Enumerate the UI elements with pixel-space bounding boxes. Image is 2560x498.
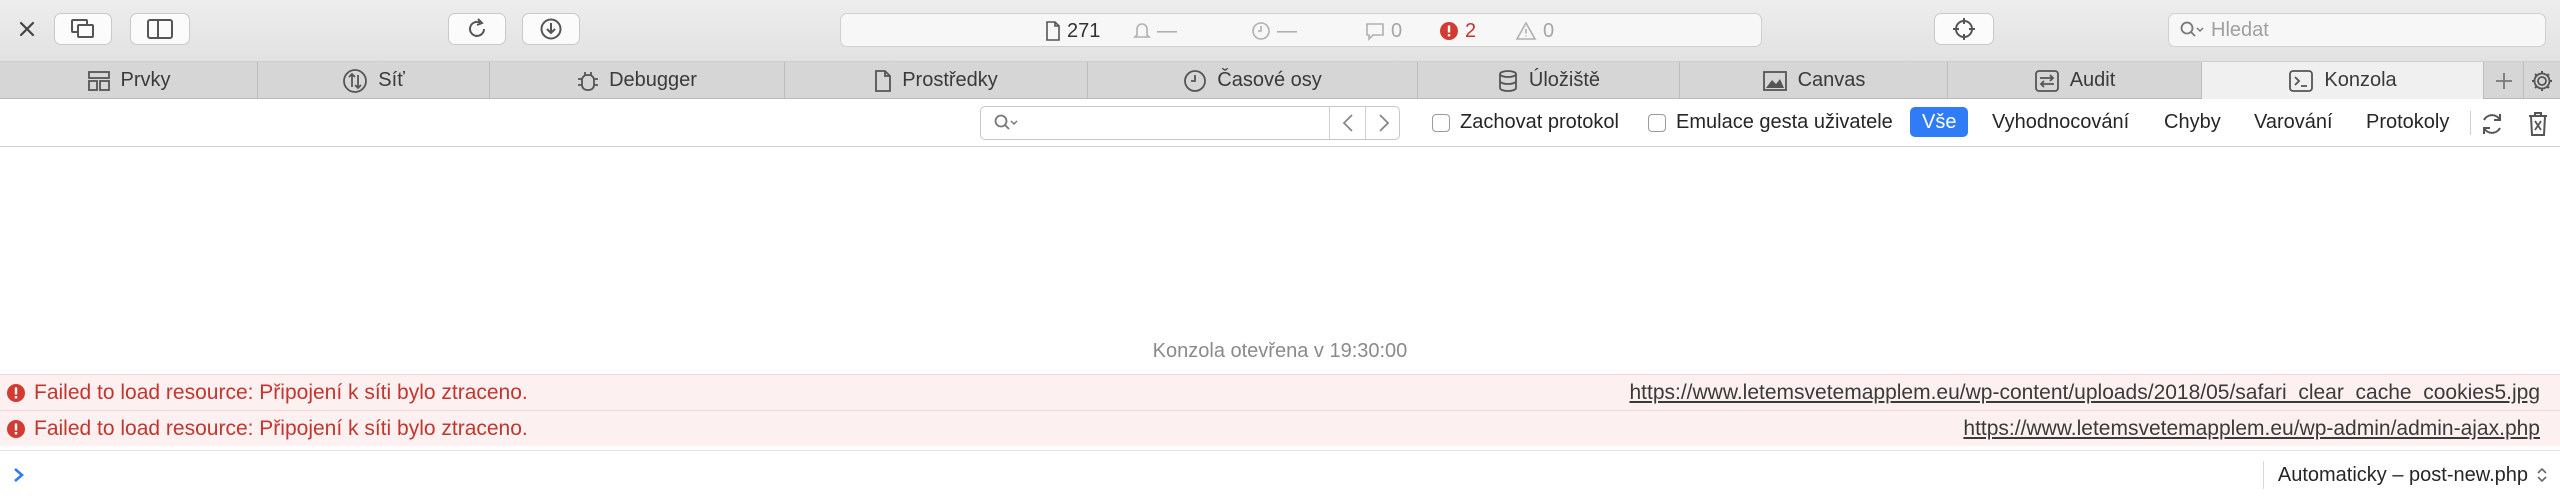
load-time[interactable]: — xyxy=(1251,14,1297,48)
detach-window-icon xyxy=(71,19,94,38)
console-prompt[interactable]: Automaticky – post-new.php xyxy=(0,450,2560,498)
tab-bar: Prvky Síť Debugger Prostředky Časové osy… xyxy=(0,62,2560,99)
web-inspector-toolbar: 271 — — 0 2 0 Hledat xyxy=(0,0,2560,62)
document-icon xyxy=(1046,21,1060,41)
preserve-log-checkbox[interactable]: Zachovat protokol xyxy=(1432,111,1619,134)
detach-window-button[interactable] xyxy=(54,13,112,45)
warning-icon xyxy=(1515,21,1537,40)
next-match-button[interactable] xyxy=(1365,107,1401,139)
inspect-element-button[interactable] xyxy=(1934,13,1994,45)
tab-storage[interactable]: Úložiště xyxy=(1418,62,1680,99)
error-count[interactable]: 2 xyxy=(1439,14,1476,48)
console-opened-message: Konzola otevřena v 19:30:00 xyxy=(1152,340,1408,362)
tab-timelines[interactable]: Časové osy xyxy=(1088,62,1418,99)
console-message-url[interactable]: https://www.letemsvetemapplem.eu/wp-cont… xyxy=(1629,381,2540,405)
tab-console[interactable]: Konzola xyxy=(2202,62,2484,99)
audit-icon xyxy=(2034,69,2059,92)
tab-canvas[interactable]: Canvas xyxy=(1680,62,1948,99)
console-message-text: Failed to load resource: Připojení k sít… xyxy=(34,380,528,404)
chevron-left-icon xyxy=(1342,114,1353,132)
tab-resources[interactable]: Prostředky xyxy=(785,62,1088,99)
storage-icon xyxy=(1499,69,1517,92)
timelines-icon xyxy=(1184,69,1207,92)
error-icon xyxy=(7,420,25,438)
checkbox-box[interactable] xyxy=(1648,113,1666,132)
elements-icon xyxy=(87,70,110,91)
canvas-icon xyxy=(1762,70,1787,91)
notification-count[interactable]: — xyxy=(1133,14,1177,48)
refresh-icon xyxy=(2483,114,2501,134)
bell-icon xyxy=(1133,23,1151,38)
divider xyxy=(2470,111,2471,135)
filter-evaluations-button[interactable]: Vyhodnocování xyxy=(1980,107,2141,137)
reload-console-button[interactable] xyxy=(2478,110,2506,143)
prompt-chevron-icon xyxy=(14,468,24,482)
speech-bubble-icon xyxy=(1366,23,1384,41)
dock-side-button[interactable] xyxy=(130,13,190,45)
clear-console-button[interactable] xyxy=(2526,110,2550,143)
download-icon xyxy=(540,18,562,40)
filter-all-button[interactable]: Vše xyxy=(1910,107,1969,137)
plus-icon xyxy=(2495,72,2512,89)
previous-match-button[interactable] xyxy=(1329,107,1365,139)
log-count[interactable]: 0 xyxy=(1365,14,1402,48)
console-filter-bar: Zachovat protokol Emulace gesta uživatel… xyxy=(0,99,2560,147)
resources-icon xyxy=(875,69,892,92)
new-tab-button[interactable] xyxy=(2484,62,2524,99)
chevron-right-icon xyxy=(1378,114,1389,132)
filter-search-icon xyxy=(994,114,1018,130)
filter-warnings-button[interactable]: Varování xyxy=(2242,107,2345,137)
filter-logs-button[interactable]: Protokoly xyxy=(2354,107,2461,137)
download-button[interactable] xyxy=(522,13,580,45)
console-message[interactable]: Failed to load resource: Připojení k sít… xyxy=(0,410,2560,446)
resource-count[interactable]: 271 xyxy=(1045,14,1100,48)
settings-button[interactable] xyxy=(2524,62,2560,99)
console-message-text: Failed to load resource: Připojení k sít… xyxy=(34,416,528,440)
console-icon xyxy=(2289,69,2314,92)
console-output: Konzola otevřena v 19:30:00 Failed to lo… xyxy=(0,148,2560,450)
close-icon[interactable] xyxy=(14,16,40,42)
console-message[interactable]: Failed to load resource: Připojení k sít… xyxy=(0,374,2560,410)
trash-icon xyxy=(2529,112,2547,136)
error-icon xyxy=(1440,22,1458,40)
warning-count[interactable]: 0 xyxy=(1515,14,1554,48)
reload-button[interactable] xyxy=(448,13,506,45)
inspect-icon xyxy=(1953,18,1975,40)
clock-icon xyxy=(1252,22,1270,40)
filter-errors-button[interactable]: Chyby xyxy=(2152,107,2233,137)
console-filter-input[interactable] xyxy=(980,106,1400,140)
console-message-url[interactable]: https://www.letemsvetemapplem.eu/wp-admi… xyxy=(1963,417,2540,441)
search-placeholder: Hledat xyxy=(2211,18,2269,41)
dock-side-icon xyxy=(147,19,173,39)
resource-status-bar: 271 — — 0 2 0 xyxy=(840,13,1762,47)
emulate-gesture-checkbox[interactable]: Emulace gesta uživatele xyxy=(1648,111,1893,134)
tab-network[interactable]: Síť xyxy=(258,62,490,99)
checkbox-box[interactable] xyxy=(1432,113,1450,132)
tab-elements[interactable]: Prvky xyxy=(0,62,258,99)
execution-context-select[interactable]: Automaticky – post-new.php xyxy=(2262,461,2548,489)
reload-icon xyxy=(469,18,485,37)
tab-debugger[interactable]: Debugger xyxy=(490,62,785,99)
search-icon xyxy=(2180,21,2204,37)
search-field[interactable]: Hledat xyxy=(2168,13,2546,47)
network-icon xyxy=(343,68,368,93)
gear-icon xyxy=(2532,70,2552,91)
error-icon xyxy=(7,384,25,402)
updown-chevron-icon xyxy=(2537,467,2547,483)
debugger-icon xyxy=(578,71,599,91)
tab-audit[interactable]: Audit xyxy=(1948,62,2202,99)
